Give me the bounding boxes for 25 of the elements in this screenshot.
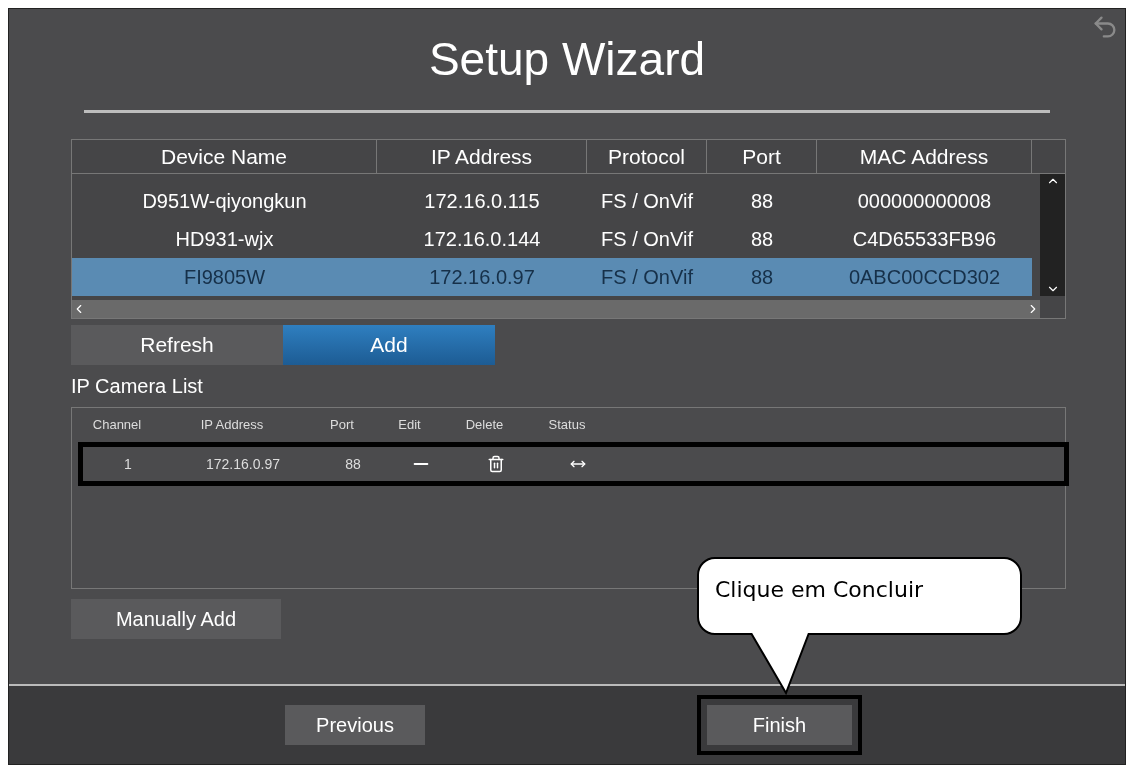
column-header: Protocol: [587, 140, 707, 173]
section-title: IP Camera List: [71, 374, 204, 399]
column-header: Device Name: [72, 140, 377, 173]
column-header: Status: [547, 416, 587, 435]
manually-add-button[interactable]: Manually Add: [71, 599, 281, 639]
column-header: Edit: [397, 416, 422, 435]
column-header: IP Address: [377, 140, 587, 173]
column-header: MAC Address: [817, 140, 1032, 173]
window-title: Setup Wizard: [428, 32, 706, 87]
toolbar-button[interactable]: Refresh: [71, 325, 283, 365]
vertical-scrollbar[interactable]: [1040, 174, 1065, 296]
column-header: Delete: [464, 416, 505, 435]
device-row[interactable]: D951W-qiyongkun 172.16.0.115 FS / OnVif 88 000000000008: [72, 182, 1032, 220]
horizontal-scrollbar[interactable]: [72, 300, 1040, 318]
device-row[interactable]: FI9805W 172.16.0.97 FS / OnVif 88 0ABC00CCD302: [72, 258, 1032, 296]
column-header: Channel: [91, 416, 143, 435]
delete-icon[interactable]: [486, 455, 505, 473]
column-header: IP Address: [199, 416, 265, 435]
previous-button[interactable]: Previous: [285, 705, 425, 745]
column-header: Port: [329, 416, 355, 435]
camera-row[interactable]: 1 172.16.0.97 88: [78, 442, 1069, 486]
finish-button[interactable]: Finish: [707, 705, 852, 745]
column-header: Port: [707, 140, 817, 173]
toolbar-button[interactable]: Add: [283, 325, 495, 365]
device-row[interactable]: HD931-wjx 172.16.0.144 FS / OnVif 88 C4D65533FB96: [72, 220, 1032, 258]
